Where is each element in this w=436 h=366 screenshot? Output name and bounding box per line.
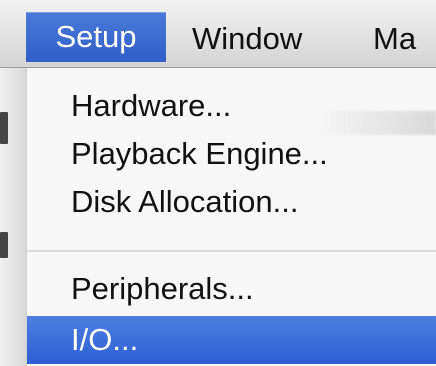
- menu-item-io[interactable]: I/O...: [27, 316, 436, 364]
- menu-separator: [27, 250, 436, 252]
- menu-window[interactable]: Window: [192, 14, 302, 64]
- background-edge-mark: [0, 112, 8, 144]
- menu-setup[interactable]: Setup: [26, 12, 166, 62]
- menu-partial-next[interactable]: Ma: [373, 14, 416, 64]
- menu-item-hardware[interactable]: Hardware...: [27, 82, 436, 130]
- menu-item-label: Playback Engine...: [71, 136, 328, 171]
- setup-dropdown-menu: Hardware... Playback Engine... Disk Allo…: [26, 68, 436, 366]
- menu-window-label: Window: [192, 21, 303, 56]
- menu-item-playback-engine[interactable]: Playback Engine...: [27, 130, 436, 178]
- menu-bar: Setup Window Ma: [0, 0, 436, 68]
- menu-item-label: Peripherals...: [71, 271, 254, 306]
- menu-item-label: I/O...: [71, 322, 139, 357]
- menu-item-disk-allocation[interactable]: Disk Allocation...: [27, 178, 436, 226]
- menu-partial-label: Ma: [373, 21, 417, 56]
- background-edge-mark: [0, 232, 8, 258]
- menu-setup-label: Setup: [55, 19, 137, 54]
- menu-item-label: Hardware...: [71, 88, 232, 123]
- menu-item-peripherals[interactable]: Peripherals...: [27, 265, 436, 313]
- menu-item-label: Disk Allocation...: [71, 184, 299, 219]
